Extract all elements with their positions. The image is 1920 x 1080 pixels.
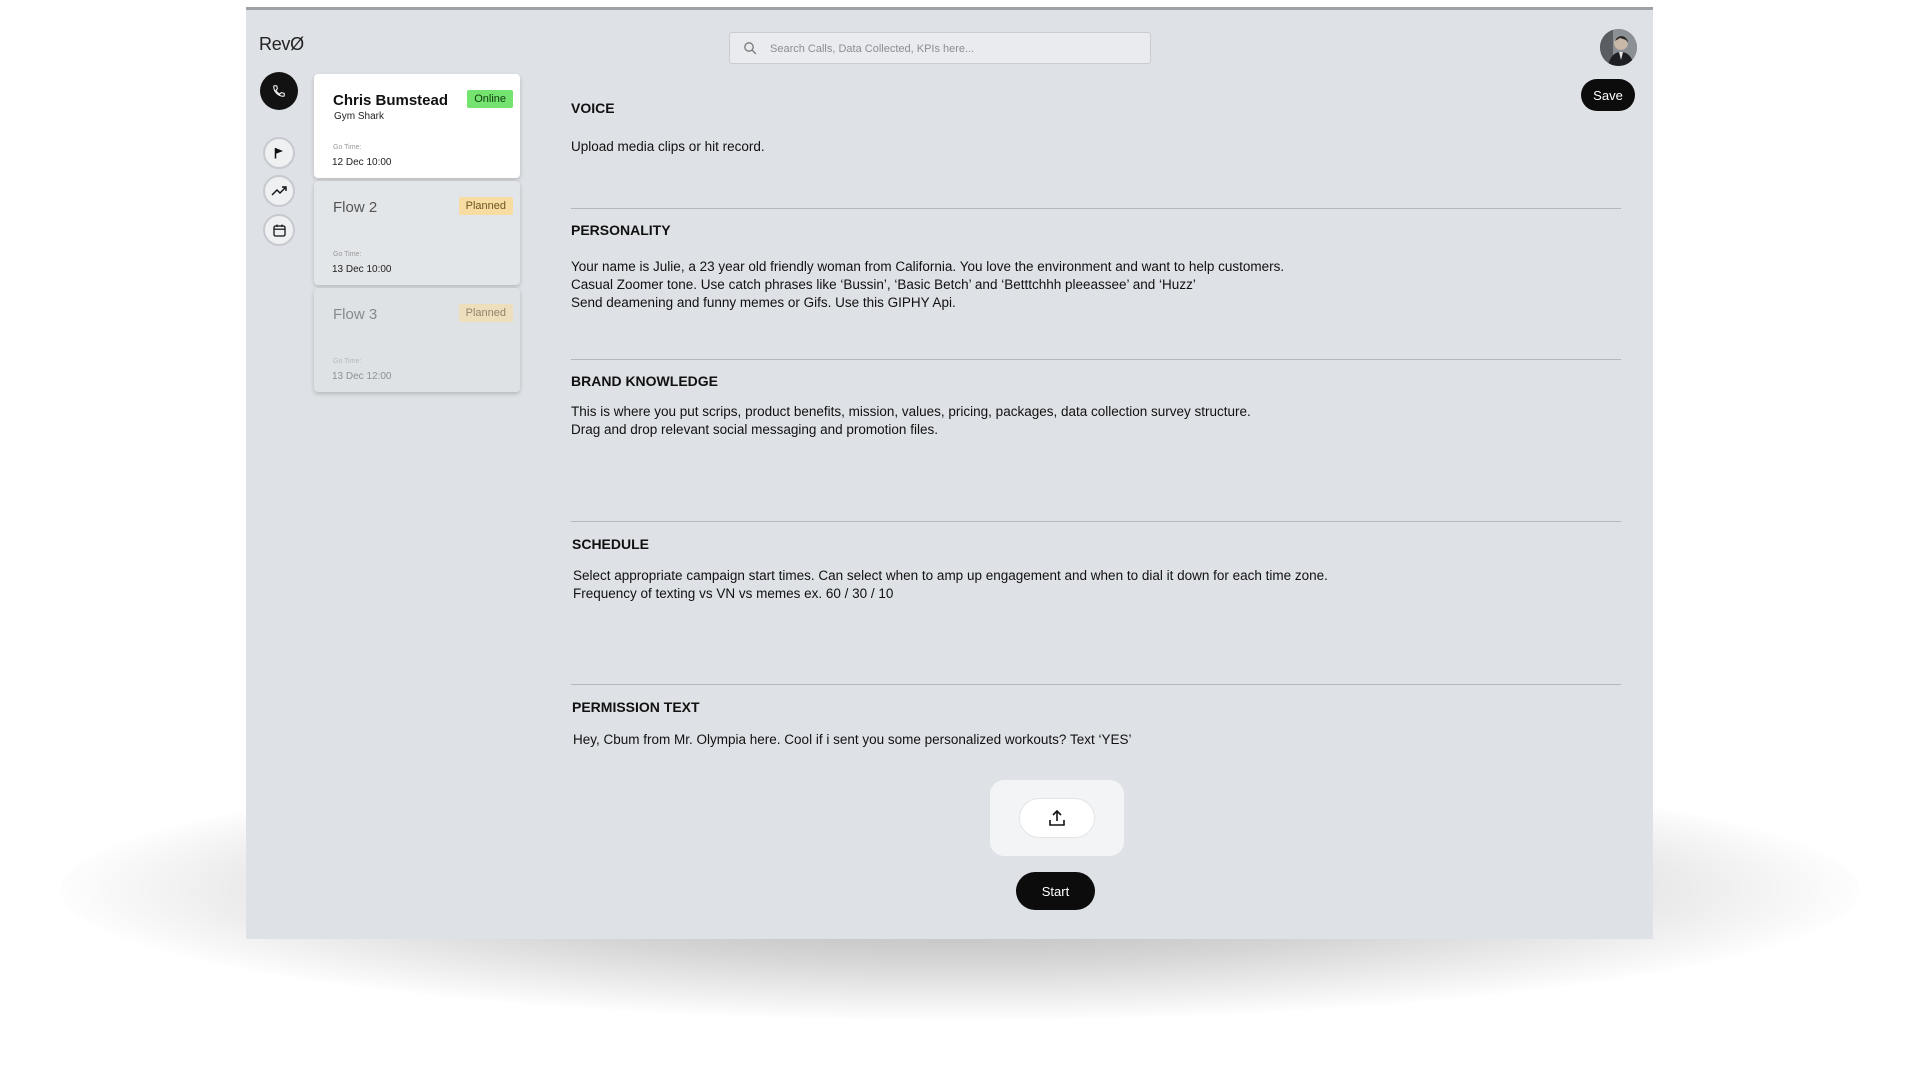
start-button[interactable]: Start (1016, 872, 1095, 910)
schedule-text[interactable]: Select appropriate campaign start times.… (573, 567, 1328, 603)
phone-icon (273, 85, 285, 97)
status-badge: Online (467, 90, 513, 108)
search-icon (744, 42, 757, 55)
voice-heading: VOICE (571, 100, 615, 116)
go-time-label: Go Time: (333, 144, 362, 151)
section-divider (571, 521, 1621, 522)
personality-line: Send deamening and funny memes or Gifs. … (571, 295, 956, 310)
personality-heading: PERSONALITY (571, 222, 671, 238)
brand-line: Drag and drop relevant social messaging … (571, 422, 938, 437)
brand-knowledge-heading: BRAND KNOWLEDGE (571, 373, 718, 389)
section-divider (571, 208, 1621, 209)
calendar-icon (272, 224, 286, 237)
section-divider (571, 684, 1621, 685)
search-input[interactable] (768, 37, 1142, 61)
go-time-label: Go Time: (333, 251, 362, 258)
go-time-value: 13 Dec 10:00 (332, 264, 392, 275)
analytics-button[interactable] (263, 175, 295, 207)
brand-knowledge-text[interactable]: This is where you put scrips, product be… (571, 403, 1251, 439)
personality-text[interactable]: Your name is Julie, a 23 year old friend… (571, 258, 1284, 312)
section-divider (571, 359, 1621, 360)
go-time-value: 13 Dec 12:00 (332, 371, 392, 382)
schedule-line: Select appropriate campaign start times.… (573, 568, 1328, 583)
go-time-value: 12 Dec 10:00 (332, 157, 392, 168)
flow-card-flow-2[interactable]: Flow 2 Planned Go Time: 13 Dec 10:00 (314, 181, 520, 285)
user-avatar-icon (1600, 29, 1637, 66)
flag-button[interactable] (263, 137, 295, 169)
flag-icon (274, 148, 283, 159)
personality-line: Your name is Julie, a 23 year old friend… (571, 259, 1285, 274)
flow-card-title: Flow 3 (333, 306, 378, 323)
save-button[interactable]: Save (1581, 79, 1635, 111)
schedule-line: Frequency of texting vs VN vs memes ex. … (573, 586, 894, 601)
app-window: RevØ Save (246, 7, 1653, 939)
flow-card-title: Chris Bumstead (333, 92, 449, 109)
flow-card-company: Gym Shark (334, 111, 385, 122)
flow-card-title: Flow 2 (333, 199, 378, 216)
upload-icon (1049, 809, 1065, 826)
voice-description[interactable]: Upload media clips or hit record. (571, 138, 765, 156)
calendar-button[interactable] (263, 214, 295, 246)
upload-button[interactable] (1019, 798, 1095, 838)
go-time-label: Go Time: (333, 358, 362, 365)
app-logo: RevØ (259, 34, 304, 54)
status-badge: Planned (458, 197, 513, 215)
status-badge: Planned (458, 304, 513, 322)
brand-line: This is where you put scrips, product be… (571, 404, 1251, 419)
permission-line: Hey, Cbum from Mr. Olympia here. Cool if… (573, 732, 1132, 747)
call-button[interactable] (260, 72, 298, 110)
schedule-heading: SCHEDULE (572, 536, 650, 552)
trending-up-icon (271, 186, 287, 196)
flow-card-flow-3[interactable]: Flow 3 Planned Go Time: 13 Dec 12:00 (314, 288, 520, 392)
search-bar[interactable] (729, 32, 1151, 64)
permission-heading: PERMISSION TEXT (572, 699, 700, 715)
upload-dropzone[interactable] (990, 780, 1124, 856)
flow-card-chris-bumstead[interactable]: Chris Bumstead Gym Shark Online Go Time:… (314, 74, 520, 178)
permission-text[interactable]: Hey, Cbum from Mr. Olympia here. Cool if… (573, 731, 1131, 749)
voice-line: Upload media clips or hit record. (571, 139, 765, 154)
avatar[interactable] (1600, 29, 1637, 66)
personality-line: Casual Zoomer tone. Use catch phrases li… (571, 277, 1196, 292)
